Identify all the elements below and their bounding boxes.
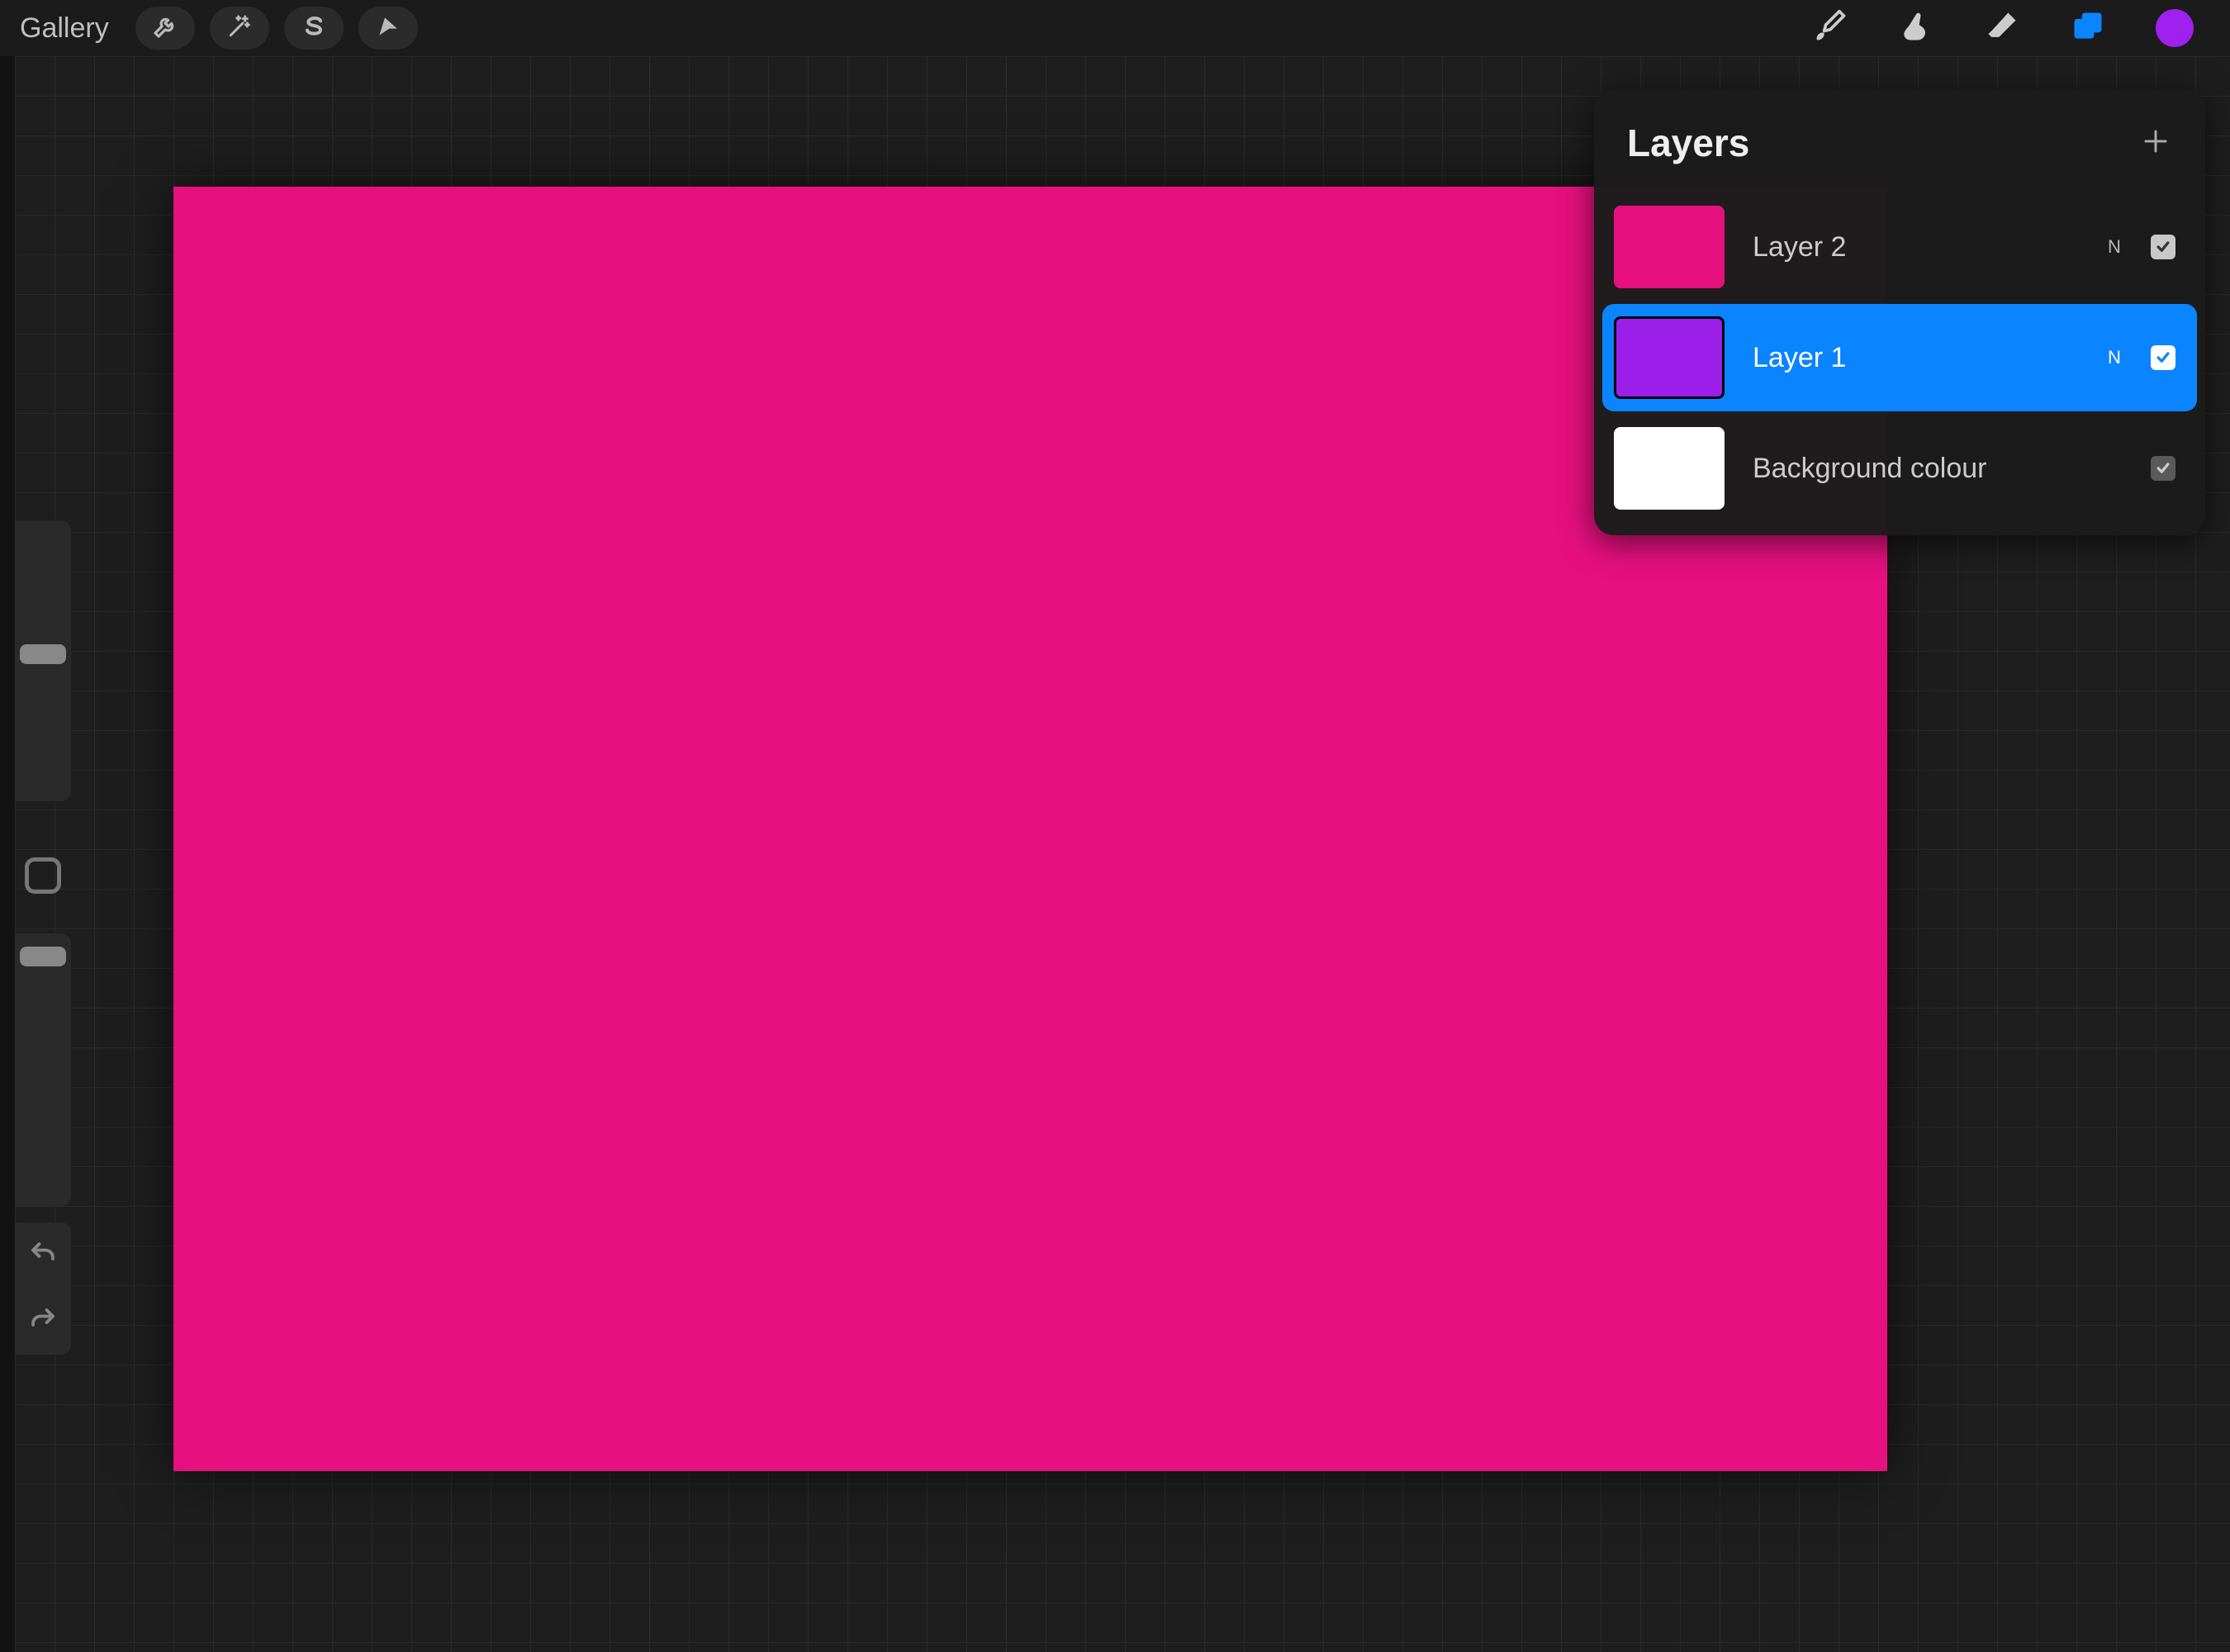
- cursor-arrow-icon: [375, 13, 401, 44]
- blend-mode-short[interactable]: N: [2106, 347, 2123, 368]
- wand-icon: [226, 13, 253, 44]
- modify-button[interactable]: [25, 857, 61, 894]
- eraser-button[interactable]: [1984, 10, 2020, 46]
- undo-redo-group: [15, 1222, 71, 1355]
- layer-thumbnail: [1614, 206, 1725, 288]
- brush-opacity-handle[interactable]: [20, 947, 66, 966]
- selection-button[interactable]: [284, 7, 344, 50]
- layer-name-label: Background colour: [1753, 453, 2078, 485]
- toolbar-right: [1812, 9, 2210, 47]
- redo-button[interactable]: [26, 1305, 59, 1338]
- plus-icon: [2141, 126, 2171, 160]
- layer-name-label: Layer 1: [1753, 342, 2078, 374]
- top-toolbar: Gallery: [0, 0, 2230, 56]
- layer-thumbnail: [1614, 316, 1725, 399]
- layer-visibility-checkbox[interactable]: [2151, 235, 2175, 259]
- layers-panel: Layers Layer 2 N Layer 1 N Background co…: [1594, 89, 2205, 535]
- layers-header: Layers: [1594, 109, 2205, 190]
- toolbar-left: Gallery: [20, 7, 423, 50]
- layer-row[interactable]: Layer 2 N: [1602, 193, 2197, 301]
- brush-opacity-slider[interactable]: [15, 933, 71, 1206]
- layer-row[interactable]: Layer 1 N: [1602, 304, 2197, 411]
- undo-button[interactable]: [26, 1239, 59, 1272]
- layer-name-label: Layer 2: [1753, 231, 2078, 263]
- brush-size-handle[interactable]: [20, 644, 66, 664]
- layers-button[interactable]: [2070, 10, 2106, 46]
- blend-mode-short[interactable]: N: [2106, 236, 2123, 258]
- brush-button[interactable]: [1812, 10, 1848, 46]
- layers-title: Layers: [1627, 121, 1749, 165]
- brush-size-slider[interactable]: [15, 520, 71, 801]
- layer-thumbnail: [1614, 427, 1725, 510]
- color-swatch[interactable]: [2156, 9, 2194, 47]
- layer-visibility-checkbox[interactable]: [2151, 456, 2175, 481]
- left-edge-strip: [0, 56, 15, 1652]
- smudge-icon: [1898, 8, 1934, 49]
- select-s-icon: [301, 13, 327, 44]
- redo-icon: [28, 1305, 58, 1339]
- adjustments-button[interactable]: [210, 7, 269, 50]
- layers-icon: [2070, 8, 2106, 49]
- smudge-button[interactable]: [1898, 10, 1934, 46]
- layer-row[interactable]: Background colour: [1602, 415, 2197, 522]
- transform-button[interactable]: [358, 7, 418, 50]
- brush-icon: [1812, 8, 1848, 49]
- actions-button[interactable]: [135, 7, 195, 50]
- layer-visibility-checkbox[interactable]: [2151, 345, 2175, 370]
- add-layer-button[interactable]: [2139, 126, 2172, 159]
- undo-icon: [28, 1239, 58, 1273]
- gallery-button[interactable]: Gallery: [20, 12, 109, 45]
- eraser-icon: [1984, 8, 2020, 49]
- wrench-icon: [152, 13, 178, 44]
